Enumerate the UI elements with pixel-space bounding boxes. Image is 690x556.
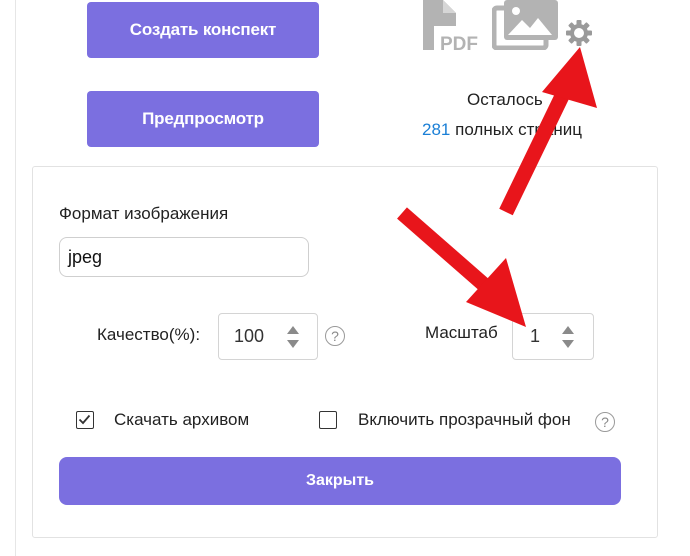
- download-archive-checkbox[interactable]: [76, 411, 94, 429]
- transparent-help-icon[interactable]: ?: [595, 412, 615, 432]
- remaining-suffix: полных страниц: [455, 120, 582, 139]
- scale-value: 1: [530, 326, 541, 346]
- close-button[interactable]: Закрыть: [59, 457, 621, 505]
- transparent-bg-label[interactable]: Включить прозрачный фон: [358, 410, 571, 430]
- pdf-export-icon[interactable]: PDF: [420, 0, 482, 55]
- create-summary-button[interactable]: Создать конспект: [87, 2, 319, 58]
- image-settings-panel: Формат изображения jpeg Качество(%): 100…: [32, 166, 658, 538]
- format-input[interactable]: jpeg: [59, 237, 309, 277]
- stepper-arrows-icon[interactable]: [561, 324, 575, 350]
- scale-label: Масштаб: [425, 323, 498, 342]
- scale-stepper[interactable]: 1: [512, 313, 594, 360]
- transparent-bg-checkbox[interactable]: [319, 411, 337, 429]
- quality-label: Качество(%):: [97, 325, 201, 344]
- checkmark-icon: [78, 414, 91, 425]
- pdf-label: PDF: [440, 34, 478, 54]
- stepper-arrows-icon[interactable]: [286, 324, 300, 350]
- download-archive-label[interactable]: Скачать архивом: [114, 410, 249, 430]
- preview-button[interactable]: Предпросмотр: [87, 91, 319, 147]
- image-export-icon[interactable]: [491, 0, 560, 51]
- format-value: jpeg: [68, 246, 103, 267]
- remaining-label: Осталось: [467, 90, 543, 109]
- quality-value: 100: [234, 326, 265, 346]
- format-label: Формат изображения: [59, 204, 229, 223]
- left-border-line: [15, 0, 16, 556]
- quality-stepper[interactable]: 100: [218, 313, 318, 360]
- remaining-count: 281: [422, 120, 451, 139]
- remaining-pages: 281 полных страниц: [422, 120, 582, 140]
- quality-help-icon[interactable]: ?: [325, 326, 345, 346]
- settings-gear-icon[interactable]: [564, 18, 594, 48]
